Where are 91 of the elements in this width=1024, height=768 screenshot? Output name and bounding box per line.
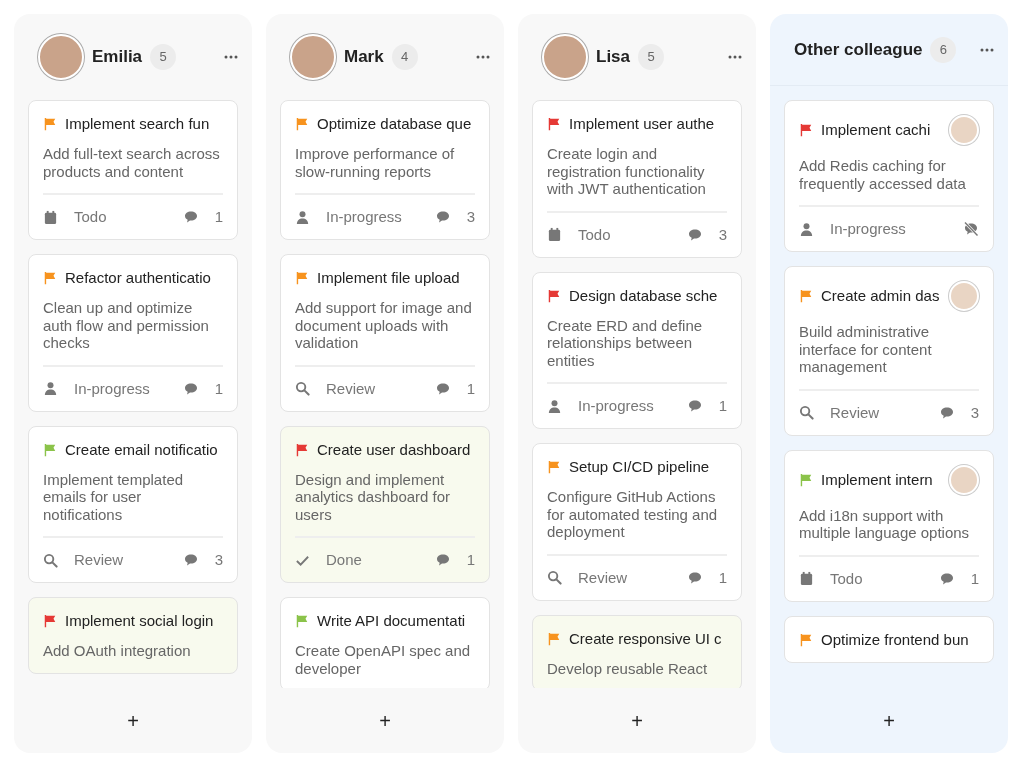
- task-card[interactable]: Optimize frontend bun: [784, 615, 994, 663]
- task-title: Optimize frontend bun: [821, 630, 969, 649]
- add-card-button[interactable]: +: [770, 688, 1008, 753]
- count-badge: 5: [150, 44, 177, 70]
- task-title: Implement user authe: [569, 115, 715, 133]
- task-card[interactable]: Implement search fun Add full-text search across products and content Todo 1: [28, 100, 238, 240]
- comment-count: 1: [718, 397, 727, 415]
- task-title: Optimize database que: [317, 115, 472, 133]
- more-button[interactable]: [728, 55, 742, 59]
- task-title: Implement search fun: [65, 115, 210, 133]
- task-description: Build administrative interface for content management: [799, 323, 933, 376]
- task-description: Improve performance of slow-running reports: [295, 145, 456, 180]
- task-card[interactable]: Implement cachi Add Redis caching for frequently accessed data In-progress: [784, 100, 994, 252]
- status-label: Review: [74, 551, 124, 569]
- more-button[interactable]: [224, 55, 238, 59]
- task-card[interactable]: Refactor authenticatio Clean up and optimize auth flow and permission checks In-progress 1: [28, 254, 238, 412]
- task-card[interactable]: Implement social login Add OAuth integration: [28, 597, 238, 674]
- task-card[interactable]: Implement user authe Create login and registration functionality with JWT authentication Todo 3: [532, 100, 742, 258]
- task-title: Write API documentati: [317, 612, 466, 630]
- task-card[interactable]: Optimize database que Improve performance of slow-running reports In-progress 3: [280, 100, 490, 240]
- task-description: Add Redis caching for frequently accessed data: [799, 157, 967, 192]
- count-badge: 5: [638, 44, 665, 70]
- task-card[interactable]: Setup CI/CD pipeline Configure GitHub Actions for automated testing and deployment Review 1: [532, 443, 742, 601]
- comment-icon: [182, 209, 199, 225]
- status-label: Review: [830, 403, 880, 422]
- task-description: Clean up and optimize auth flow and permission checks: [43, 299, 210, 352]
- task-card[interactable]: Create responsive UI c Develop reusable React: [532, 614, 742, 688]
- task-card[interactable]: Create email notificatio Implement templated emails for user notifications Review 3: [28, 425, 238, 583]
- comment-count: 1: [970, 569, 979, 588]
- task-card[interactable]: Create admin das Build administrative interface for content management Review 3: [784, 266, 994, 436]
- task-description: Add full-text search across products and content: [43, 145, 221, 180]
- status-label: Todo: [74, 208, 107, 226]
- task-title: Refactor authenticatio: [65, 269, 211, 287]
- column-title: Emilia: [92, 46, 143, 69]
- status-label: Review: [578, 568, 628, 587]
- task-card[interactable]: Create user dashboard Design and implement analytics dashboard for users Done 1: [280, 425, 490, 583]
- add-card-button[interactable]: +: [14, 688, 252, 753]
- task-description: Create login and registration functionality with JWT authentication: [547, 145, 707, 198]
- task-title: Setup CI/CD pipeline: [569, 458, 710, 476]
- comment-count: 1: [718, 568, 727, 587]
- comment-icon: [434, 552, 451, 568]
- comment-icon: [434, 209, 451, 225]
- task-description: Add support for image and document uploads with validation: [295, 299, 473, 352]
- task-description: Implement templated emails for user notifications: [43, 470, 185, 523]
- status-label: Todo: [830, 569, 863, 588]
- task-title: Implement cachi: [821, 121, 931, 139]
- comment-count: 3: [970, 403, 979, 422]
- column-title: Other colleague: [794, 38, 923, 61]
- comment-count: 1: [466, 379, 475, 398]
- comment-icon: [182, 552, 199, 568]
- status-label: In-progress: [830, 220, 906, 238]
- count-badge: 4: [391, 44, 418, 70]
- add-card-button[interactable]: +: [518, 688, 756, 753]
- status-label: Review: [326, 379, 376, 398]
- task-title: Create user dashboard: [317, 440, 471, 459]
- task-card[interactable]: Implement file upload Add support for image and document uploads with validation Review 1: [280, 254, 490, 412]
- task-description: Add i18n support with multiple language options: [799, 506, 971, 542]
- column-title: Mark: [344, 46, 384, 69]
- task-title: Implement intern: [821, 470, 933, 489]
- count-badge: 6: [930, 36, 957, 63]
- comment-count: 3: [214, 551, 223, 569]
- task-title: Create email notificatio: [65, 440, 218, 459]
- status-label: In-progress: [578, 397, 654, 415]
- task-description: Create OpenAPI spec and developer: [295, 642, 472, 677]
- status-label: Todo: [578, 225, 611, 244]
- comment-count: 1: [214, 208, 223, 226]
- task-title: Implement social login: [65, 612, 214, 630]
- add-card-button[interactable]: +: [266, 688, 504, 753]
- comment-icon: [686, 398, 703, 414]
- status-label: In-progress: [326, 208, 402, 226]
- comment-count: 1: [214, 379, 223, 398]
- task-description: Create ERD and define relationships between entities: [547, 316, 704, 369]
- task-title: Design database sche: [569, 286, 718, 305]
- task-title: Create admin das: [821, 287, 940, 305]
- task-description: Design and implement analytics dashboard for users: [295, 470, 452, 523]
- more-button[interactable]: [980, 47, 994, 52]
- more-button[interactable]: [476, 55, 490, 59]
- task-card[interactable]: Write API documentati Create OpenAPI spec and developer: [280, 597, 490, 688]
- task-description: Develop reusable React: [547, 659, 709, 677]
- task-title: Implement file upload: [317, 269, 460, 287]
- comment-count: 1: [466, 551, 475, 569]
- comment-count: 3: [718, 225, 727, 244]
- comment-count: 3: [466, 208, 475, 226]
- task-card[interactable]: Design database sche Create ERD and define relationships between entities In-progress 1: [532, 271, 742, 429]
- status-label: In-progress: [74, 379, 150, 398]
- task-card[interactable]: Implement intern Add i18n support with multiple language options Todo 1: [784, 449, 994, 602]
- task-description: Configure GitHub Actions for automated testing and deployment: [547, 488, 719, 541]
- task-title: Create responsive UI c: [569, 629, 722, 648]
- status-label: Done: [326, 551, 362, 569]
- column-title: Lisa: [596, 46, 631, 69]
- task-description: Add OAuth integration: [43, 642, 192, 660]
